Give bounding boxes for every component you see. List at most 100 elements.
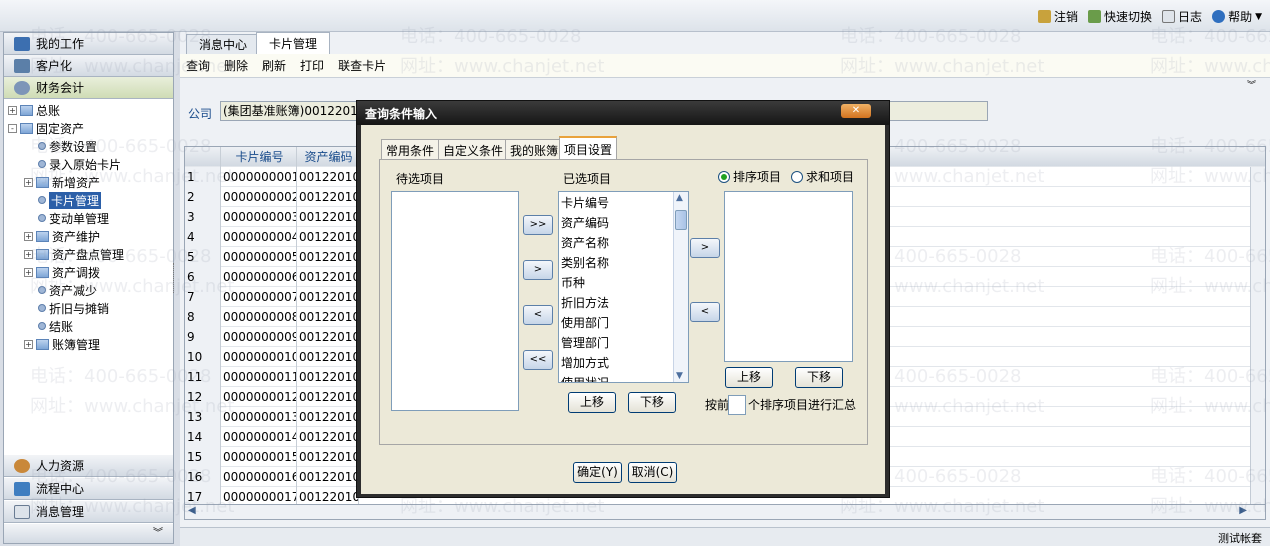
tab-item-settings[interactable]: 项目设置 (559, 136, 618, 160)
list-item[interactable]: 资产编码 (561, 213, 609, 233)
list-item[interactable]: 使用状况 (561, 373, 609, 382)
tree-node[interactable]: + 新增资产 (24, 173, 100, 191)
scroll-left-icon[interactable]: ◀ (188, 505, 196, 516)
tree-node[interactable]: 参数设置 (24, 137, 97, 155)
sidebar: 我的工作 客户化 财务会计 + 总账 - 固定资产 参数设置 录入原始卡片 + 新增资产 卡片管… (3, 32, 174, 544)
list-item[interactable]: 管理部门 (561, 333, 609, 353)
delete-button[interactable]: 删除 (224, 57, 248, 74)
row-number: 14 (185, 427, 221, 447)
query-dialog: 查询条件输入 ✕ 常用条件 自定义条件 我的账簿 项目设置 待选项目 >> > … (356, 100, 890, 498)
expand-toggle-icon[interactable]: + (24, 339, 33, 349)
list-item[interactable]: 卡片编号 (561, 193, 609, 213)
tab-label: 项目设置 (564, 142, 613, 157)
selected-move-down-button[interactable]: 下移 (628, 392, 676, 413)
tree-node[interactable]: 折旧与摊销 (24, 299, 109, 317)
ok-button[interactable]: 确定(Y) (573, 462, 622, 483)
expand-toggle-icon[interactable]: + (24, 177, 33, 187)
horizontal-scrollbar[interactable]: ◀ ▶ (184, 504, 1266, 520)
summary-count-input[interactable] (728, 395, 746, 415)
print-button[interactable]: 打印 (300, 57, 324, 74)
expand-icon[interactable]: ︾ (180, 78, 1270, 94)
list-item[interactable]: 币种 (561, 273, 585, 293)
scroll-down-icon[interactable]: ▼ (676, 371, 683, 381)
selected-items-list[interactable]: 卡片编号 资产编码 资产名称 类别名称 币种 折旧方法 使用部门 管理部门 增加方式 使用状况 ▲… (558, 191, 689, 383)
list-scroll-thumb[interactable] (675, 210, 687, 230)
move-left-button[interactable]: < (523, 305, 553, 325)
sort-items-radio[interactable]: 排序项目 (718, 168, 781, 185)
expand-toggle-icon[interactable]: - (8, 123, 17, 133)
logout-link[interactable]: 注销 (1038, 8, 1078, 25)
expand-toggle-icon[interactable]: + (24, 231, 33, 241)
splitter-handle[interactable] (173, 263, 176, 293)
sort-items-list[interactable] (724, 191, 853, 362)
column-header[interactable]: 卡片编号 (221, 147, 297, 167)
cancel-button[interactable]: 取消(C) (628, 462, 677, 483)
tree-node[interactable]: 结账 (24, 317, 73, 335)
nav-message[interactable]: 消息管理 (4, 501, 173, 523)
help-link[interactable]: 帮助 ▼ (1212, 8, 1262, 25)
scroll-right-icon[interactable]: ▶ (1239, 505, 1247, 516)
tab-my-ledger[interactable]: 我的账簿 (505, 139, 564, 160)
dialog-title-bar[interactable]: 查询条件输入 ✕ (357, 101, 889, 125)
pending-items-list[interactable] (391, 191, 519, 411)
vertical-scrollbar[interactable] (1250, 167, 1265, 505)
list-item[interactable]: 折旧方法 (561, 293, 609, 313)
tab-card-management[interactable]: 卡片管理 (256, 32, 331, 54)
tree-node[interactable]: + 总账 (8, 101, 60, 119)
tree-node[interactable]: 卡片管理 (24, 191, 102, 209)
tab-custom-conditions[interactable]: 自定义条件 (438, 139, 509, 160)
close-icon[interactable]: ✕ (841, 104, 871, 118)
list-item[interactable]: 增加方式 (561, 353, 609, 373)
tree-node[interactable]: 变动单管理 (24, 209, 109, 227)
summary-prefix: 按前 (705, 398, 730, 412)
tree-node[interactable]: + 资产调拨 (24, 263, 100, 281)
scroll-up-icon[interactable]: ▲ (676, 193, 683, 203)
tree-label: 固定资产 (36, 121, 85, 136)
row-number: 3 (185, 207, 221, 227)
nav-finance[interactable]: 财务会计 (4, 77, 173, 99)
nav-workflow[interactable]: 流程中心 (4, 478, 173, 500)
tab-common-conditions[interactable]: 常用条件 (381, 139, 440, 160)
sum-items-radio[interactable]: 求和项目 (791, 168, 854, 185)
tree-node[interactable]: + 资产盘点管理 (24, 245, 124, 263)
nav-customization[interactable]: 客户化 (4, 55, 173, 77)
expand-toggle-icon[interactable]: + (24, 267, 33, 277)
tab-message-center[interactable]: 消息中心 (186, 34, 261, 54)
log-link[interactable]: 日志 (1162, 8, 1202, 25)
nav-hr[interactable]: 人力资源 (4, 455, 173, 477)
sidebar-collapse-icon[interactable]: ︾ (4, 524, 173, 543)
quick-switch-link[interactable]: 快速切换 (1088, 8, 1152, 25)
sort-move-right-button[interactable]: > (690, 238, 720, 258)
move-all-right-button[interactable]: >> (523, 215, 553, 235)
people-icon (14, 458, 30, 473)
move-right-button[interactable]: > (523, 260, 553, 280)
refresh-button[interactable]: 刷新 (262, 57, 286, 74)
expand-toggle-icon[interactable]: + (24, 249, 33, 259)
tree-node[interactable]: 资产减少 (24, 281, 97, 299)
tree-label: 资产维护 (52, 229, 101, 244)
linked-card-button[interactable]: 联查卡片 (338, 57, 386, 74)
selected-move-up-button[interactable]: 上移 (568, 392, 616, 413)
column-header[interactable]: 资产编码 (297, 147, 359, 167)
table-cell: 0000000012 (221, 387, 297, 407)
move-all-left-button[interactable]: << (523, 350, 553, 370)
table-cell: 0000000006 (221, 267, 297, 287)
tree-node[interactable]: + 账簿管理 (24, 335, 100, 353)
nav-my-work[interactable]: 我的工作 (4, 33, 173, 55)
tree-label: 卡片管理 (49, 191, 102, 209)
sort-move-up-button[interactable]: 上移 (725, 367, 773, 388)
tree-node[interactable]: 录入原始卡片 (24, 155, 121, 173)
expand-toggle-icon[interactable]: + (8, 105, 17, 115)
tree-node[interactable]: + 资产维护 (24, 227, 100, 245)
status-bar: 测试帐套 (180, 527, 1270, 546)
list-item[interactable]: 类别名称 (561, 253, 609, 273)
query-button[interactable]: 查询 (186, 57, 210, 74)
sort-move-down-button[interactable]: 下移 (795, 367, 843, 388)
sort-move-left-button[interactable]: < (690, 302, 720, 322)
top-links: 注销 快速切换 日志 帮助 ▼ (1038, 8, 1262, 25)
list-item[interactable]: 资产名称 (561, 233, 609, 253)
list-item[interactable]: 使用部门 (561, 313, 609, 333)
row-number: 11 (185, 367, 221, 387)
tree-node[interactable]: - 固定资产 (8, 119, 84, 137)
list-scrollbar[interactable]: ▲ ▼ (673, 192, 688, 382)
